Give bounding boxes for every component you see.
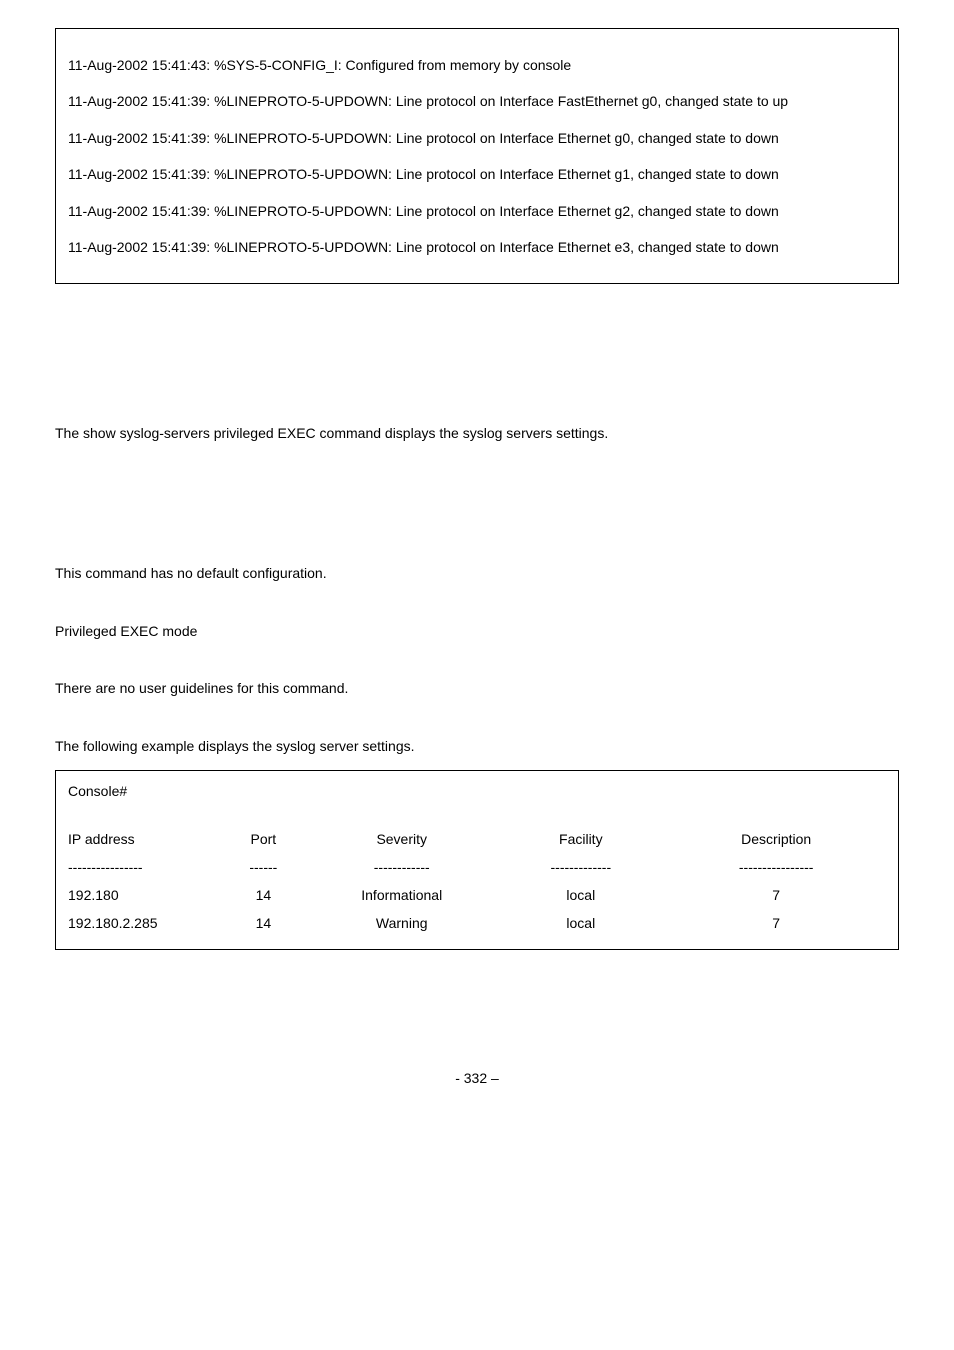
sep-severity: ------------ <box>312 853 491 881</box>
header-facility: Facility <box>491 825 670 853</box>
syslog-output-box: Console# IP address Port Severity Facili… <box>55 770 899 950</box>
header-description: Description <box>670 825 882 853</box>
table-row: 192.180 14 Informational local 7 <box>68 881 882 909</box>
sep-description: ---------------- <box>670 853 882 881</box>
sep-ip: ---------------- <box>68 853 215 881</box>
syslog-table: IP address Port Severity Facility Descri… <box>68 825 882 937</box>
log-line: 11-Aug-2002 15:41:39: %LINEPROTO-5-UPDOW… <box>68 229 888 265</box>
cell-facility: local <box>491 881 670 909</box>
cell-severity: Informational <box>312 881 491 909</box>
paragraph-description: The show syslog-servers privileged EXEC … <box>55 424 899 444</box>
table-header-row: IP address Port Severity Facility Descri… <box>68 825 882 853</box>
paragraph-default: This command has no default configuratio… <box>55 564 899 584</box>
table-row: 192.180.2.285 14 Warning local 7 <box>68 909 882 937</box>
paragraph-example: The following example displays the syslo… <box>55 737 899 757</box>
header-port: Port <box>215 825 313 853</box>
cell-description: 7 <box>670 881 882 909</box>
cell-facility: local <box>491 909 670 937</box>
cell-severity: Warning <box>312 909 491 937</box>
header-ip: IP address <box>68 825 215 853</box>
page-number: - 332 – <box>55 1070 899 1106</box>
cell-ip: 192.180.2.285 <box>68 909 215 937</box>
paragraph-guidelines: There are no user guidelines for this co… <box>55 679 899 699</box>
cell-description: 7 <box>670 909 882 937</box>
log-output-box: 11-Aug-2002 15:41:43: %SYS-5-CONFIG_I: C… <box>55 28 899 284</box>
log-line: 11-Aug-2002 15:41:39: %LINEPROTO-5-UPDOW… <box>68 83 888 119</box>
log-line: 11-Aug-2002 15:41:43: %SYS-5-CONFIG_I: C… <box>68 47 888 83</box>
cell-port: 14 <box>215 881 313 909</box>
cell-ip: 192.180 <box>68 881 215 909</box>
sep-facility: ------------- <box>491 853 670 881</box>
log-line: 11-Aug-2002 15:41:39: %LINEPROTO-5-UPDOW… <box>68 156 888 192</box>
sep-port: ------ <box>215 853 313 881</box>
paragraph-mode: Privileged EXEC mode <box>55 622 899 642</box>
console-prompt: Console# <box>68 783 882 799</box>
table-separator-row: ---------------- ------ ------------ ---… <box>68 853 882 881</box>
header-severity: Severity <box>312 825 491 853</box>
cell-port: 14 <box>215 909 313 937</box>
log-line: 11-Aug-2002 15:41:39: %LINEPROTO-5-UPDOW… <box>68 193 888 229</box>
log-line: 11-Aug-2002 15:41:39: %LINEPROTO-5-UPDOW… <box>68 120 888 156</box>
